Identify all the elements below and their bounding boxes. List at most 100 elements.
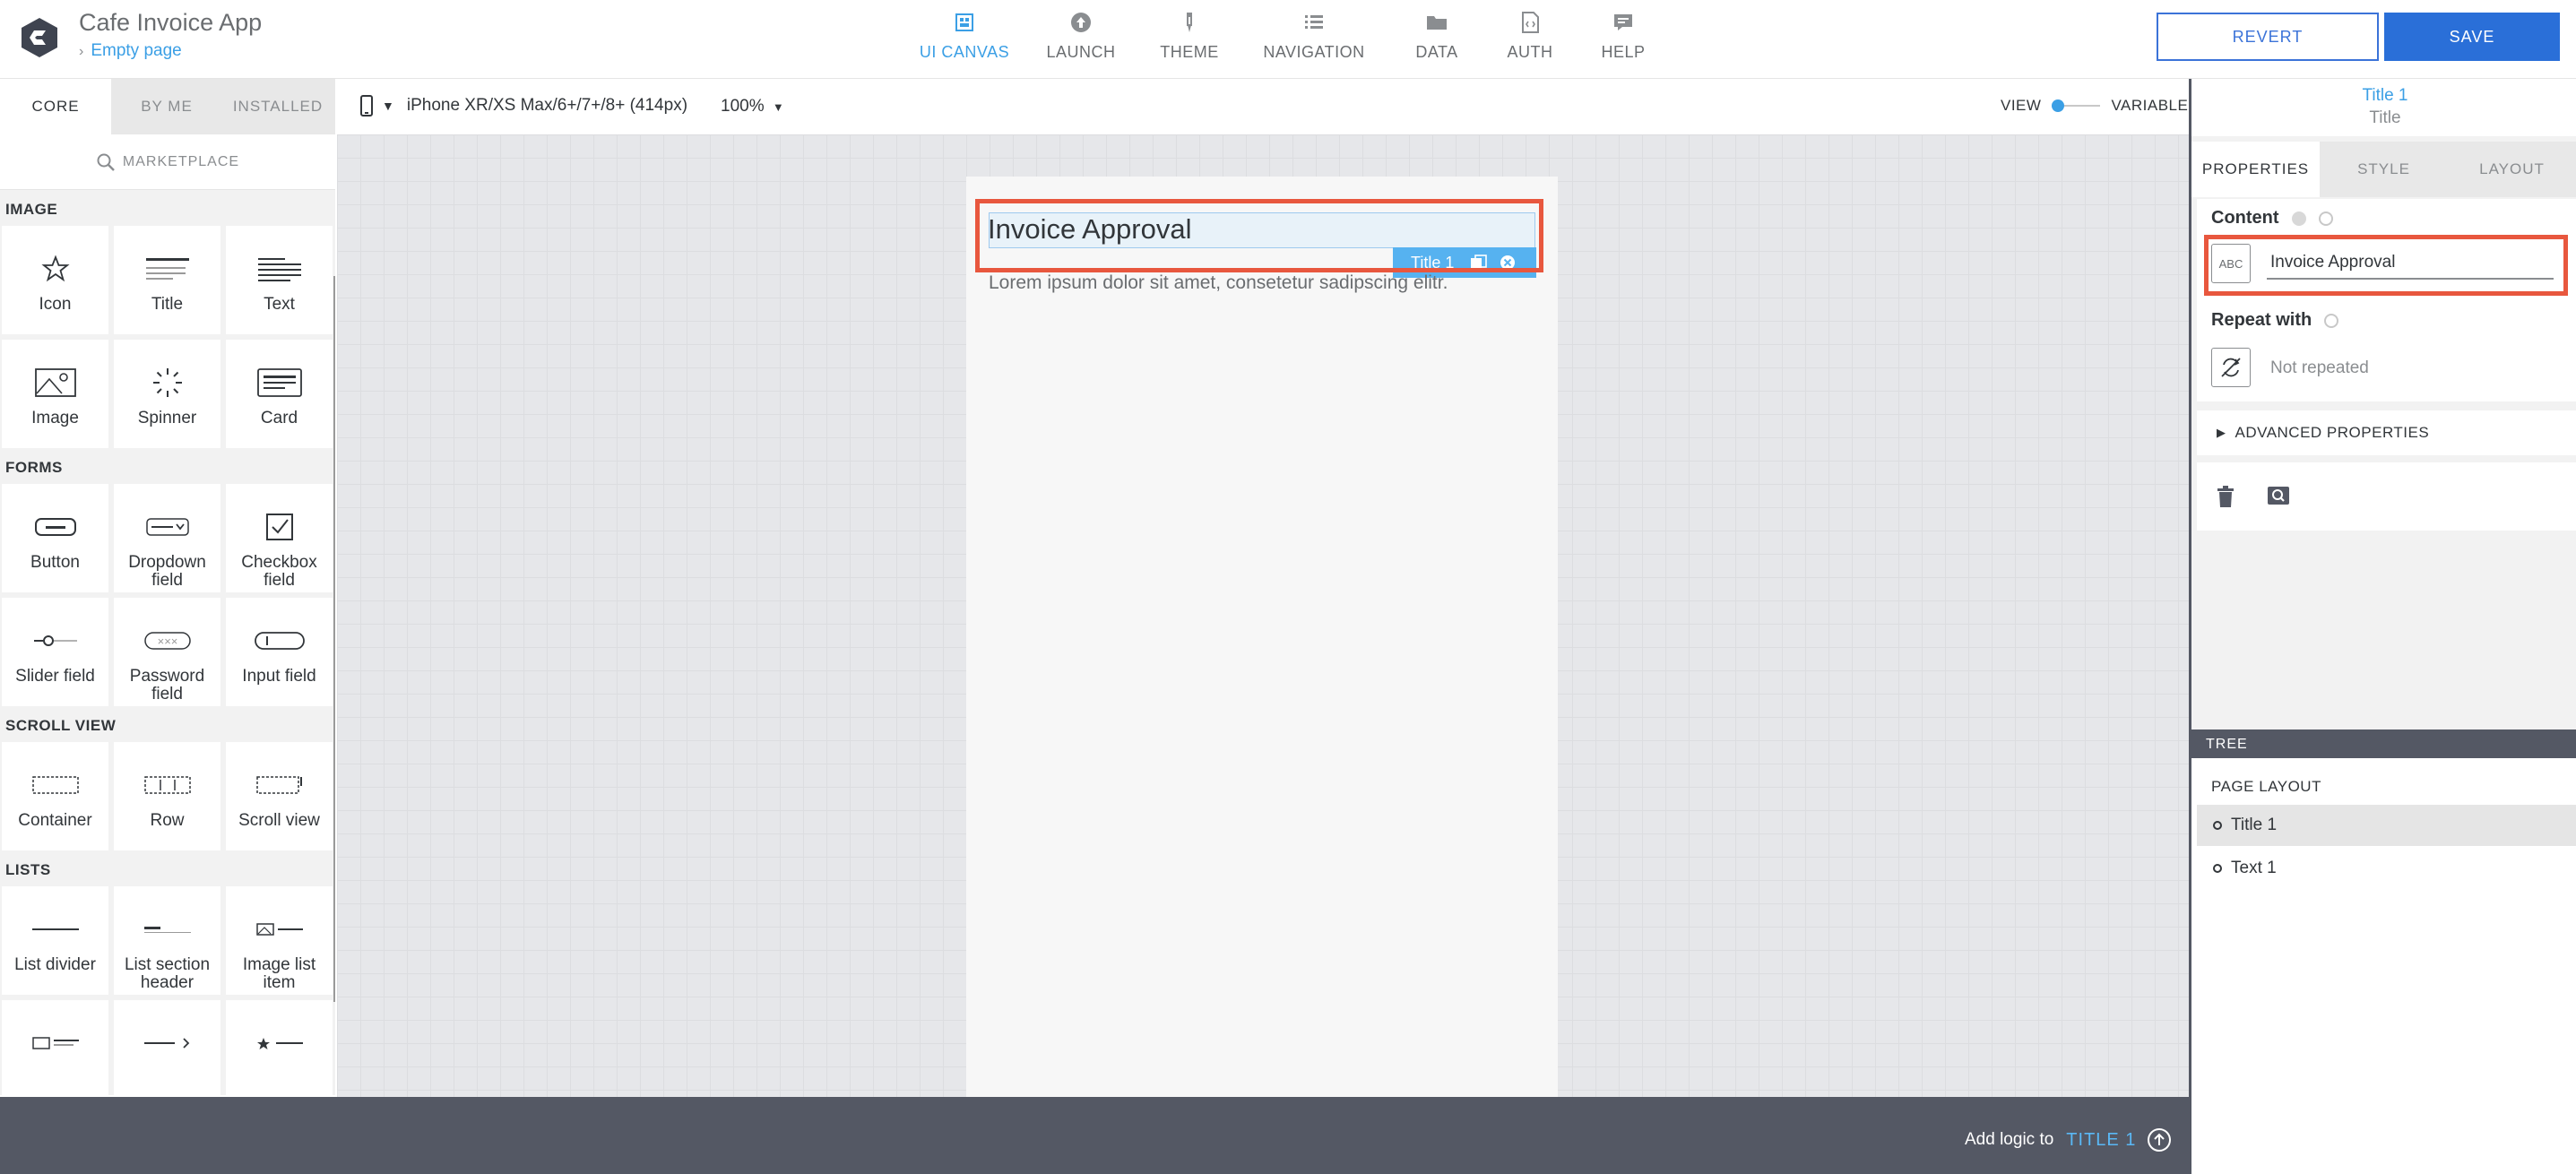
properties-section: Content ABC Repeat with Not repeated bbox=[2197, 199, 2576, 401]
text-component-icon bbox=[257, 258, 301, 281]
tab-properties[interactable]: PROPERTIES bbox=[2191, 142, 2320, 197]
image-text-list-icon bbox=[31, 1037, 79, 1049]
tab-by-me[interactable]: BY ME bbox=[111, 79, 222, 134]
app-logo-icon bbox=[22, 18, 57, 57]
view-switch[interactable] bbox=[2052, 99, 2101, 112]
arrow-up-circle-icon[interactable] bbox=[2147, 1127, 2172, 1152]
page-selector[interactable]: › Empty page bbox=[79, 41, 182, 61]
revert-button[interactable]: REVERT bbox=[2157, 13, 2379, 61]
component-text[interactable]: Text bbox=[226, 226, 333, 334]
component-label: List section header bbox=[124, 955, 211, 992]
tab-launch[interactable]: LAUNCH bbox=[1024, 0, 1138, 79]
component-dropdown-field[interactable]: Dropdown field bbox=[114, 484, 220, 592]
view-label: VIEW bbox=[2001, 97, 2042, 114]
component-checkbox-field[interactable]: Checkbox field bbox=[226, 484, 333, 592]
link-icon[interactable] bbox=[2291, 211, 2306, 226]
content-label: Content bbox=[2211, 208, 2279, 228]
inspect-icon[interactable] bbox=[2267, 486, 2290, 505]
tab-ui-canvas[interactable]: UI CANVAS bbox=[905, 0, 1024, 79]
canvas-body-text[interactable]: Lorem ipsum dolor sit amet, consetetur s… bbox=[989, 272, 1448, 294]
tab-label: HELP bbox=[1601, 43, 1646, 61]
tab-auth[interactable]: AUTH bbox=[1486, 0, 1574, 79]
tab-style[interactable]: STYLE bbox=[2320, 142, 2448, 197]
page-name: Empty page bbox=[91, 41, 182, 60]
repeat-icon[interactable] bbox=[2211, 348, 2251, 387]
component-label: Container bbox=[18, 811, 92, 830]
chevron-right-icon: › bbox=[79, 44, 84, 59]
tab-label: THEME bbox=[1160, 43, 1219, 61]
phone-icon bbox=[360, 95, 373, 117]
component-grid: Container Row Scroll view bbox=[0, 742, 335, 850]
tab-label: AUTH bbox=[1507, 43, 1553, 61]
top-navigation: UI CANVAS LAUNCH THEME NAVIGATION DATA A… bbox=[905, 0, 1673, 79]
tab-label: LAUNCH bbox=[1046, 43, 1116, 61]
tree-node-text-1[interactable]: Text 1 bbox=[2197, 848, 2576, 889]
tab-core[interactable]: CORE bbox=[0, 79, 111, 134]
component-card[interactable]: Card bbox=[226, 340, 333, 448]
theme-icon bbox=[1187, 13, 1192, 32]
tree-node-title-1[interactable]: Title 1 bbox=[2197, 805, 2576, 846]
marketplace-link[interactable]: MARKETPLACE bbox=[0, 134, 335, 190]
component-navigation-list-item[interactable] bbox=[114, 1000, 220, 1095]
add-logic[interactable]: Add logic to TITLE 1 bbox=[1965, 1127, 2172, 1152]
section-heading-lists: LISTS bbox=[5, 861, 51, 878]
phone-screen[interactable] bbox=[966, 177, 1558, 1097]
advanced-properties-label: ADVANCED PROPERTIES bbox=[2235, 424, 2430, 441]
component-scroll-view[interactable]: Scroll view bbox=[226, 742, 333, 850]
view-variables-toggle[interactable]: VIEW VARIABLES bbox=[2001, 97, 2199, 115]
component-list-section-header[interactable]: List section header bbox=[114, 886, 220, 995]
palette-tabs: CORE BY ME INSTALLED bbox=[0, 79, 335, 134]
tab-theme[interactable]: THEME bbox=[1138, 0, 1240, 79]
svg-text:×××: ××× bbox=[157, 634, 177, 648]
tab-label: NAVIGATION bbox=[1263, 43, 1365, 61]
component-label: Password field bbox=[129, 667, 205, 704]
slider-component-icon bbox=[33, 635, 77, 646]
scroll-view-component-icon bbox=[255, 776, 302, 794]
component-button[interactable]: Button bbox=[2, 484, 108, 592]
section-heading-scroll-view: SCROLL VIEW bbox=[5, 717, 117, 734]
component-title[interactable]: Title bbox=[114, 226, 220, 334]
top-bar: Cafe Invoice App › Empty page UI CANVAS L… bbox=[0, 0, 2576, 79]
tab-data[interactable]: DATA bbox=[1387, 0, 1486, 79]
image-list-item-icon bbox=[255, 923, 303, 936]
search-icon bbox=[97, 153, 115, 171]
component-image[interactable]: Image bbox=[2, 340, 108, 448]
component-container[interactable]: Container bbox=[2, 742, 108, 850]
section-heading-forms: FORMS bbox=[5, 459, 63, 476]
trash-icon[interactable] bbox=[2217, 486, 2235, 507]
component-image-list-item[interactable]: Image list item bbox=[226, 886, 333, 995]
star-icon bbox=[40, 255, 70, 282]
palette-scrollbar[interactable] bbox=[333, 276, 335, 1002]
component-spinner[interactable]: Spinner bbox=[114, 340, 220, 448]
save-button[interactable]: SAVE bbox=[2384, 13, 2560, 61]
inspector-tabs: PROPERTIES STYLE LAYOUT bbox=[2191, 142, 2576, 197]
content-heading: Content bbox=[2211, 208, 2333, 229]
tree-node-label: Title 1 bbox=[2231, 816, 2278, 834]
ui-canvas-icon bbox=[955, 13, 973, 31]
component-label: Title bbox=[151, 295, 184, 314]
component-label: Text bbox=[264, 295, 295, 314]
component-input-field[interactable]: Input field bbox=[226, 598, 333, 706]
component-password-field[interactable]: ××× Password field bbox=[114, 598, 220, 706]
component-list-divider[interactable]: List divider bbox=[2, 886, 108, 995]
component-icon-list-item[interactable] bbox=[226, 1000, 333, 1095]
advanced-properties-toggle[interactable]: ▶ ADVANCED PROPERTIES bbox=[2197, 410, 2576, 455]
tab-installed[interactable]: INSTALLED bbox=[222, 79, 333, 134]
component-slider-field[interactable]: Slider field bbox=[2, 598, 108, 706]
title-component-icon bbox=[145, 258, 189, 280]
button-component-icon bbox=[34, 518, 76, 536]
zoom-selector[interactable]: 100% ▼ bbox=[721, 97, 784, 117]
component-label: Row bbox=[150, 811, 185, 830]
tab-layout[interactable]: LAYOUT bbox=[2448, 142, 2576, 197]
navigation-list-item-icon bbox=[143, 1038, 189, 1049]
info-icon[interactable] bbox=[2318, 211, 2333, 226]
component-icon[interactable]: Icon bbox=[2, 226, 108, 334]
info-icon[interactable] bbox=[2324, 313, 2339, 328]
tab-help[interactable]: HELP bbox=[1574, 0, 1673, 79]
component-row[interactable]: Row bbox=[114, 742, 220, 850]
device-selector[interactable]: ▼ iPhone XR/XS Max/6+/7+/8+ (414px) bbox=[360, 95, 687, 117]
caret-down-icon: ▼ bbox=[772, 100, 784, 114]
tab-navigation[interactable]: NAVIGATION bbox=[1240, 0, 1387, 79]
component-image-list-item-2[interactable] bbox=[2, 1000, 108, 1095]
component-label: Checkbox field bbox=[241, 553, 317, 590]
